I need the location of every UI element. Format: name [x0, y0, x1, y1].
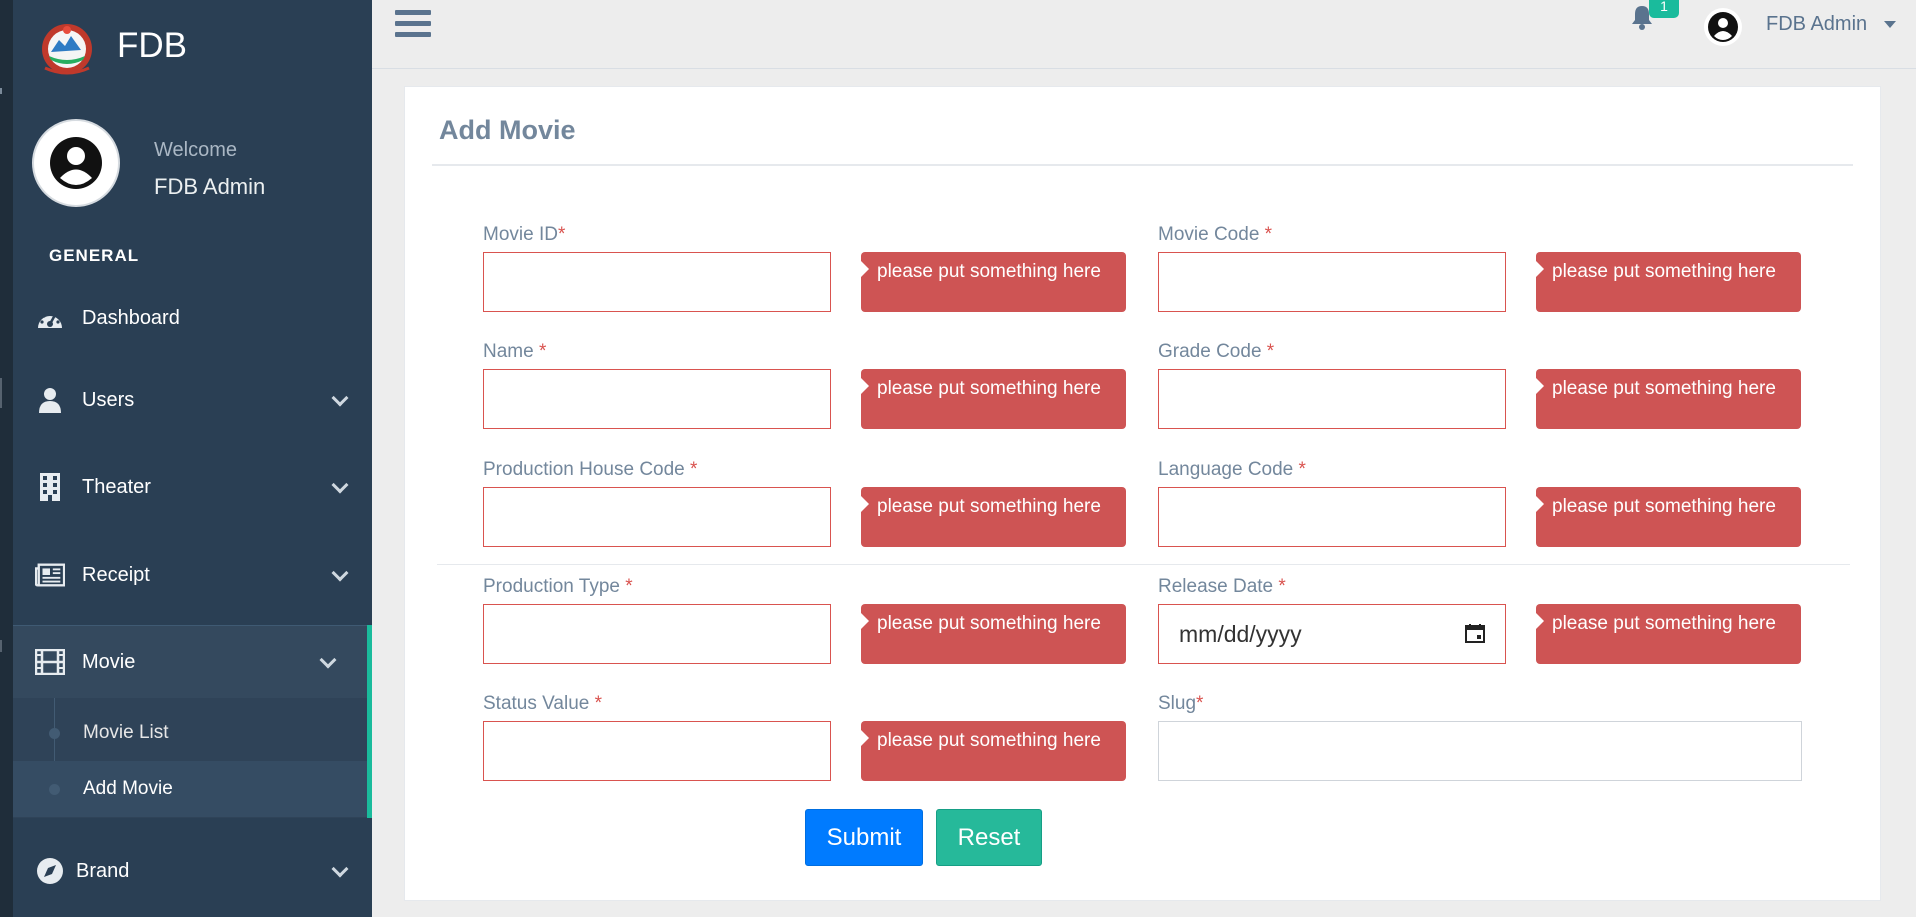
screen-edge	[0, 0, 13, 917]
top-nav: 1 FDB Admin	[372, 0, 1916, 69]
production-house-code-group: Production House Code * please put somet…	[483, 459, 1126, 547]
language-code-input[interactable]	[1158, 487, 1506, 547]
profile-name: FDB Admin	[154, 174, 266, 199]
validation-tooltip: please put something here	[1535, 487, 1801, 547]
validation-tooltip: please put something here	[860, 369, 1126, 429]
release-date-label: Release Date *	[1158, 576, 1286, 597]
slug-group: Slug*	[1158, 693, 1802, 781]
name-input[interactable]	[483, 369, 831, 429]
brand[interactable]: FDB	[13, 0, 372, 96]
chevron-down-icon	[319, 651, 337, 669]
movie-id-group: Movie ID* please put something here	[483, 224, 1126, 312]
menu-toggle-icon[interactable]	[395, 10, 431, 40]
sidebar-item-brand[interactable]: Brand	[13, 834, 372, 908]
grade-code-label: Grade Code *	[1158, 341, 1275, 362]
bullet-icon	[49, 783, 60, 795]
chevron-down-icon	[331, 564, 349, 582]
sidebar-item-movie[interactable]: Movie	[13, 625, 372, 699]
movie-submenu: Movie List Add Movie	[13, 698, 372, 818]
production-type-input[interactable]	[483, 604, 831, 664]
movie-id-label: Movie ID*	[483, 224, 566, 245]
sidebar: FDB Welcome FDB Admin GENERAL Dashboard …	[13, 0, 372, 917]
status-value-label: Status Value *	[483, 693, 603, 714]
production-type-label: Production Type *	[483, 576, 633, 597]
reset-button[interactable]: Reset	[936, 809, 1042, 866]
user-avatar-icon	[1708, 12, 1738, 42]
user-avatar[interactable]	[1704, 8, 1742, 46]
bullet-icon	[49, 727, 60, 739]
edge-mark	[0, 640, 2, 652]
sidebar-item-label: Movie	[82, 650, 136, 673]
validation-tooltip: please put something here	[860, 604, 1126, 664]
validation-tooltip: please put something here	[1535, 604, 1801, 664]
sidebar-item-dashboard[interactable]: Dashboard	[13, 281, 372, 355]
slug-input[interactable]	[1158, 721, 1802, 781]
building-icon	[35, 472, 65, 502]
name-group: Name * please put something here	[483, 341, 1126, 429]
submenu-label: Add Movie	[83, 778, 173, 799]
production-house-code-input[interactable]	[483, 487, 831, 547]
user-menu[interactable]: FDB Admin	[1766, 13, 1867, 36]
submenu-label: Movie List	[83, 722, 169, 743]
production-house-code-label: Production House Code *	[483, 459, 698, 480]
sidebar-item-label: Brand	[76, 859, 130, 882]
divider	[432, 164, 1853, 166]
submenu-item-add-movie[interactable]: Add Movie	[13, 761, 367, 817]
film-icon	[35, 647, 65, 677]
notification-badge: 1	[1649, 0, 1679, 18]
language-code-label: Language Code *	[1158, 459, 1306, 480]
slug-label: Slug*	[1158, 693, 1204, 714]
chevron-down-icon	[331, 389, 349, 407]
user-avatar-icon	[50, 137, 102, 189]
welcome-text: Welcome	[154, 139, 237, 161]
validation-tooltip: please put something here	[1535, 252, 1801, 312]
submenu-item-movie-list[interactable]: Movie List	[13, 705, 367, 761]
page-title: Add Movie	[439, 115, 576, 145]
sidebar-item-label: Receipt	[82, 563, 150, 586]
validation-tooltip: please put something here	[1535, 369, 1801, 429]
status-value-group: Status Value * please put something here	[483, 693, 1126, 781]
grade-code-group: Grade Code * please put something here	[1158, 341, 1801, 429]
divider	[437, 564, 1850, 565]
movie-code-label: Movie Code *	[1158, 224, 1273, 245]
grade-code-input[interactable]	[1158, 369, 1506, 429]
release-date-input[interactable]: mm/dd/yyyy	[1158, 604, 1506, 664]
validation-tooltip: please put something here	[860, 721, 1126, 781]
user-icon	[35, 385, 65, 415]
add-movie-panel: Add Movie Movie ID* please put something…	[404, 86, 1881, 901]
movie-code-input[interactable]	[1158, 252, 1506, 312]
sidebar-item-label: Dashboard	[82, 306, 180, 329]
sidebar-item-label: Theater	[82, 475, 151, 498]
brand-title: FDB	[117, 26, 187, 65]
sidebar-item-label: Users	[82, 388, 135, 411]
compass-icon	[35, 856, 65, 886]
movie-code-group: Movie Code * please put something here	[1158, 224, 1801, 312]
emblem-logo	[42, 24, 92, 75]
chevron-down-icon	[331, 860, 349, 878]
profile: Welcome FDB Admin	[13, 115, 372, 215]
section-title: GENERAL	[49, 246, 140, 265]
status-value-input[interactable]	[483, 721, 831, 781]
validation-tooltip: please put something here	[860, 252, 1126, 312]
language-code-group: Language Code * please put something her…	[1158, 459, 1801, 547]
dashboard-icon	[35, 303, 65, 333]
submit-button[interactable]: Submit	[805, 809, 923, 866]
movie-id-input[interactable]	[483, 252, 831, 312]
name-label: Name *	[483, 341, 547, 362]
edge-mark	[0, 88, 2, 94]
sidebar-item-users[interactable]: Users	[13, 363, 372, 437]
sidebar-item-theater[interactable]: Theater	[13, 450, 372, 524]
release-date-group: Release Date * mm/dd/yyyy please put som…	[1158, 576, 1801, 664]
validation-tooltip: please put something here	[860, 487, 1126, 547]
calendar-icon[interactable]	[1465, 623, 1485, 643]
caret-down-icon[interactable]	[1884, 21, 1896, 28]
sidebar-item-receipt[interactable]: Receipt	[13, 538, 372, 612]
date-placeholder: mm/dd/yyyy	[1179, 621, 1302, 647]
newspaper-icon	[35, 560, 65, 590]
chevron-down-icon	[331, 476, 349, 494]
avatar	[32, 119, 120, 207]
edge-mark	[0, 378, 2, 408]
production-type-group: Production Type * please put something h…	[483, 576, 1126, 664]
